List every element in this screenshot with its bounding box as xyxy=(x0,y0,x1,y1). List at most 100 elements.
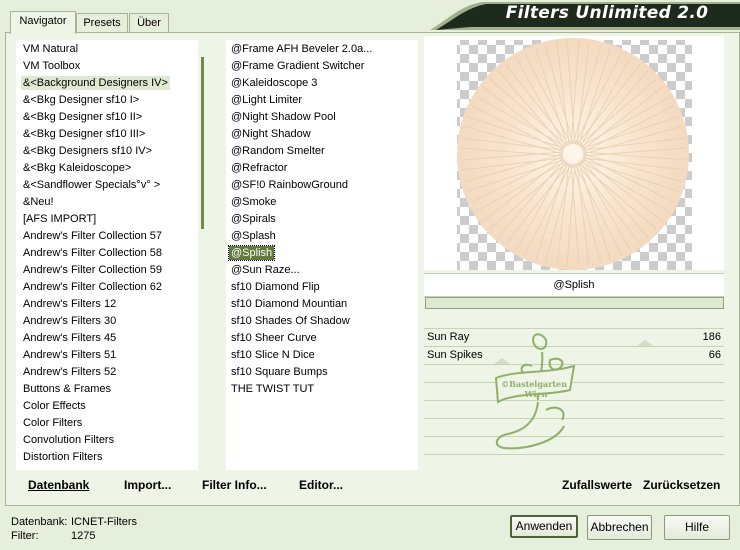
category-item-label: &<Bkg Designers sf10 IV> xyxy=(23,145,153,157)
reset-button-label: Zurücksetzen xyxy=(643,478,721,492)
category-item[interactable]: Andrew's Filter Collection 62 xyxy=(16,279,198,296)
category-item-label: &<Sandflower Specials°v° > xyxy=(23,179,161,191)
category-item-label: &<Bkg Designer sf10 I> xyxy=(23,94,140,106)
tab-navigator-label: Navigator xyxy=(19,15,67,27)
category-item[interactable]: &<Bkg Kaleidoscope> xyxy=(16,160,198,177)
category-list[interactable]: VM Natural VM Toolbox &<Background Designe… xyxy=(16,40,198,470)
category-item[interactable]: Convolution Filters xyxy=(16,432,198,449)
filter-item-label: @Light Limiter xyxy=(231,94,303,106)
filter-item-label: @Kaleidoscope 3 xyxy=(231,77,318,89)
category-item-label: Andrew's Filter Collection 57 xyxy=(23,230,163,242)
filter-item[interactable]: @Smoke xyxy=(226,194,418,211)
tab-uber[interactable]: Über xyxy=(129,13,169,33)
category-item[interactable]: &<Background Designers IV> xyxy=(16,75,198,92)
cancel-button[interactable]: Abbrechen xyxy=(587,515,652,540)
category-item[interactable]: VM Toolbox xyxy=(16,58,198,75)
filter-item-label: @Smoke xyxy=(231,196,277,208)
filter-item[interactable]: @Night Shadow Pool xyxy=(226,109,418,126)
tab-presets[interactable]: Presets xyxy=(76,13,128,33)
category-item[interactable]: Color Filters xyxy=(16,415,198,432)
filter-item[interactable]: @Frame AFH Beveler 2.0a... xyxy=(226,41,418,58)
filter-item[interactable]: @Night Shadow xyxy=(226,126,418,143)
status-database-label: Datenbank: xyxy=(11,516,68,528)
category-item[interactable]: &<Bkg Designer sf10 I> xyxy=(16,92,198,109)
filter-item[interactable]: THE TWIST TUT xyxy=(226,381,418,398)
category-item[interactable]: [AFS IMPORT] xyxy=(16,211,198,228)
filter-item-label: @Night Shadow xyxy=(231,128,311,140)
category-item[interactable]: Andrew's Filters 30 xyxy=(16,313,198,330)
category-item-label: &<Bkg Designer sf10 III> xyxy=(23,128,146,140)
category-item-label: VM Toolbox xyxy=(23,60,81,72)
filter-item-label: @SF!0 RainbowGround xyxy=(231,179,348,191)
watermark-text-2: Wien xyxy=(524,389,548,399)
tab-navigator[interactable]: Navigator xyxy=(10,11,76,34)
category-item-label: Color Effects xyxy=(23,400,86,412)
filter-item[interactable]: @Random Smelter xyxy=(226,143,418,160)
category-item[interactable]: &<Bkg Designer sf10 II> xyxy=(16,109,198,126)
category-scrollbar-thumb[interactable] xyxy=(201,57,204,229)
filter-list[interactable]: @Frame AFH Beveler 2.0a... @Frame Gradien… xyxy=(226,40,418,470)
filter-info-button-label: Filter Info... xyxy=(202,478,267,492)
filter-item[interactable]: @Refractor xyxy=(226,160,418,177)
category-item-label: Andrew's Filters 45 xyxy=(23,332,117,344)
editor-button-label: Editor... xyxy=(299,478,344,492)
database-button-label: Datenbank xyxy=(28,478,90,492)
database-button[interactable]: Datenbank xyxy=(28,478,89,492)
import-button[interactable]: Import... xyxy=(124,478,171,492)
category-item[interactable]: VM Natural xyxy=(16,41,198,58)
filter-item[interactable]: sf10 Sheer Curve xyxy=(226,330,418,347)
filter-item[interactable]: @Splish xyxy=(226,245,418,262)
filter-item-label: @Sun Raze... xyxy=(231,264,300,276)
preview-image xyxy=(457,38,692,270)
status-database-value: ICNET-Filters xyxy=(71,516,137,528)
filter-item[interactable]: sf10 Diamond Flip xyxy=(226,279,418,296)
filter-item[interactable]: @Light Limiter xyxy=(226,92,418,109)
watermark-logo: ©Bastelgarten Wien xyxy=(494,333,576,450)
window-title: Filters Unlimited 2.0 xyxy=(505,3,709,23)
filter-info-button[interactable]: Filter Info... xyxy=(202,478,267,492)
category-item[interactable]: Buttons & Frames xyxy=(16,381,198,398)
category-item[interactable]: Andrew's Filter Collection 59 xyxy=(16,262,198,279)
category-item-label: Distortion Filters xyxy=(23,451,103,463)
category-item[interactable]: Andrew's Filters 51 xyxy=(16,347,198,364)
category-item[interactable]: Distortion Filters xyxy=(16,449,198,466)
preview-frame xyxy=(424,36,724,270)
filter-item[interactable]: sf10 Shades Of Shadow xyxy=(226,313,418,330)
category-item[interactable]: Color Effects xyxy=(16,398,198,415)
help-button[interactable]: Hilfe xyxy=(664,515,730,540)
param-sun-spikes-label: Sun Spikes xyxy=(427,349,483,361)
category-item-label: Andrew's Filters 51 xyxy=(23,349,117,361)
filter-item[interactable]: @Kaleidoscope 3 xyxy=(226,75,418,92)
category-item-label: &<Background Designers IV> xyxy=(21,76,170,90)
filter-item[interactable]: @Splash xyxy=(226,228,418,245)
editor-button[interactable]: Editor... xyxy=(299,478,343,492)
category-item-label: Andrew's Filters 12 xyxy=(23,298,117,310)
category-scrollbar[interactable] xyxy=(198,40,208,470)
reset-button[interactable]: Zurücksetzen xyxy=(643,478,720,492)
category-item[interactable]: Andrew's Filters 12 xyxy=(16,296,198,313)
category-item-label: Convolution Filters xyxy=(23,434,115,446)
filter-item[interactable]: sf10 Square Bumps xyxy=(226,364,418,381)
category-item-label: &<Bkg Kaleidoscope> xyxy=(23,162,132,174)
category-item[interactable]: Andrew's Filters 52 xyxy=(16,364,198,381)
selected-filter-name: @Splish xyxy=(424,273,724,297)
filter-item[interactable]: @SF!0 RainbowGround xyxy=(226,177,418,194)
category-item[interactable]: Andrew's Filters 45 xyxy=(16,330,198,347)
category-item[interactable]: &<Bkg Designer sf10 III> xyxy=(16,126,198,143)
param-divider xyxy=(424,454,724,455)
category-item[interactable]: Andrew's Filter Collection 57 xyxy=(16,228,198,245)
filter-item-label: @Frame Gradient Switcher xyxy=(231,60,365,72)
filter-item[interactable]: @Sun Raze... xyxy=(226,262,418,279)
filter-item[interactable]: sf10 Diamond Mountian xyxy=(226,296,418,313)
filter-item[interactable]: @Frame Gradient Switcher xyxy=(226,58,418,75)
randomize-button[interactable]: Zufallswerte xyxy=(562,478,632,492)
filter-item[interactable]: sf10 Slice N Dice xyxy=(226,347,418,364)
category-item[interactable]: &<Bkg Designers sf10 IV> xyxy=(16,143,198,160)
filter-item[interactable]: @Spirals xyxy=(226,211,418,228)
category-item-label: &<Bkg Designer sf10 II> xyxy=(23,111,143,123)
category-item[interactable]: Andrew's Filter Collection 58 xyxy=(16,245,198,262)
category-item[interactable]: &<Sandflower Specials°v° > xyxy=(16,177,198,194)
apply-button[interactable]: Anwenden xyxy=(510,515,578,538)
category-item[interactable]: &Neu! xyxy=(16,194,198,211)
param-sun-ray-label: Sun Ray xyxy=(427,331,470,343)
